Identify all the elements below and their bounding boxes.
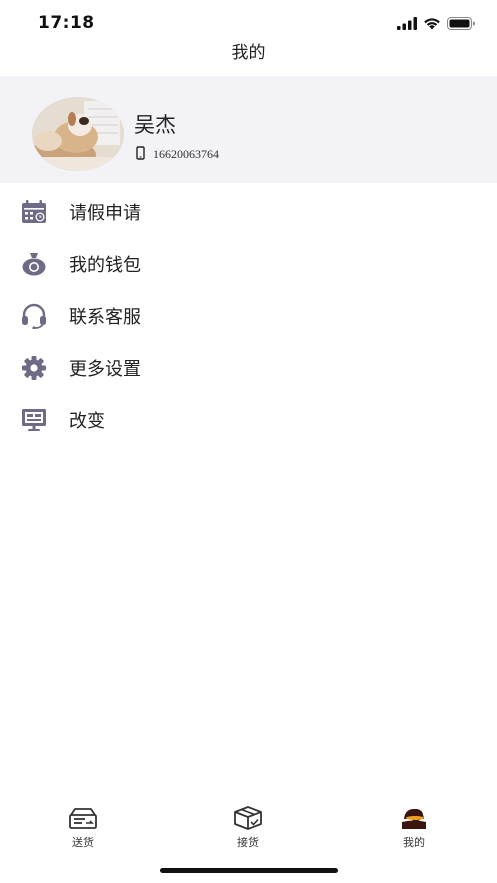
battery-icon bbox=[447, 15, 475, 34]
user-name: 吴杰 bbox=[134, 113, 176, 137]
menu-item-label: 改变 bbox=[69, 411, 105, 432]
menu-item-change[interactable]: 改变 bbox=[0, 394, 497, 446]
tab-mine[interactable]: 我的 bbox=[374, 795, 454, 851]
menu-item-label: 更多设置 bbox=[69, 359, 141, 380]
menu-item-more-settings[interactable]: 更多设置 bbox=[0, 342, 497, 394]
home-indicator[interactable] bbox=[160, 868, 338, 873]
status-time: 17:18 bbox=[38, 13, 95, 33]
tab-label: 我的 bbox=[403, 836, 425, 849]
tab-label: 送货 bbox=[72, 836, 94, 849]
status-icons bbox=[397, 15, 475, 34]
profile-card[interactable]: 吴杰 16620063764 bbox=[0, 76, 497, 183]
gear-icon bbox=[20, 354, 48, 382]
tab-bar: 送货 接货 我的 bbox=[0, 795, 497, 855]
tab-receive[interactable]: 接货 bbox=[208, 795, 288, 851]
wifi-icon bbox=[423, 15, 441, 34]
menu-item-label: 我的钱包 bbox=[69, 255, 141, 276]
headset-icon bbox=[20, 302, 48, 330]
package-icon bbox=[232, 803, 264, 833]
avatar[interactable] bbox=[32, 97, 124, 171]
user-icon bbox=[398, 803, 430, 833]
menu-item-label: 请假申请 bbox=[69, 203, 141, 224]
phone-icon bbox=[136, 145, 145, 164]
monitor-icon bbox=[20, 406, 48, 434]
menu-item-leave-request[interactable]: 请假申请 bbox=[0, 186, 497, 238]
menu-item-label: 联系客服 bbox=[69, 307, 141, 328]
tab-label: 接货 bbox=[237, 836, 259, 849]
delivery-truck-icon bbox=[67, 803, 99, 833]
phone-row: 16620063764 bbox=[136, 145, 219, 164]
calendar-icon bbox=[20, 198, 48, 226]
page-title: 我的 bbox=[231, 43, 266, 63]
menu-item-customer-service[interactable]: 联系客服 bbox=[0, 290, 497, 342]
menu-item-wallet[interactable]: 我的钱包 bbox=[0, 238, 497, 290]
menu-list: 请假申请 我的钱包 联系客服 更多设置 改变 bbox=[0, 186, 497, 446]
signal-icon bbox=[397, 15, 417, 34]
money-bag-icon bbox=[20, 250, 48, 278]
tab-deliver[interactable]: 送货 bbox=[43, 795, 123, 851]
phone-number: 16620063764 bbox=[153, 147, 219, 161]
